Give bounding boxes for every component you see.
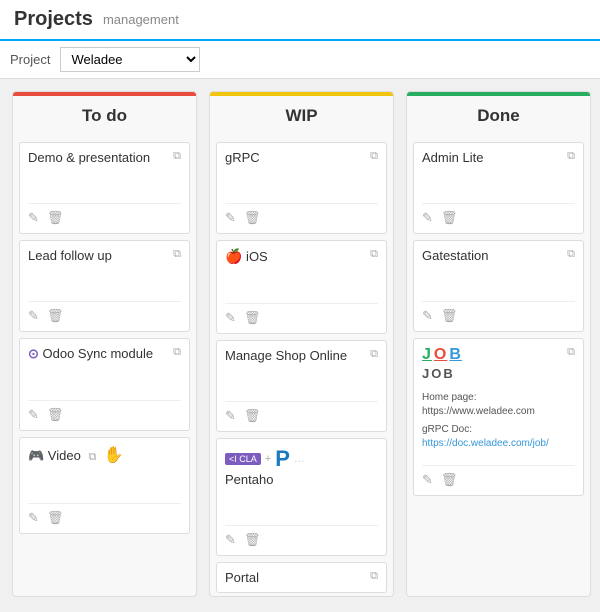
card-copy-icon[interactable]: ⧉ (173, 248, 181, 261)
card-grpc: gRPC ⧉ ✎ 🗑 (216, 142, 387, 234)
card-odoo: ⊙ Odoo Sync module ⧉ ✎ 🗑 (19, 338, 190, 431)
page-subtitle: management (103, 12, 179, 27)
kanban-board: To do Demo & presentation ⧉ ✎ 🗑 Lead fol… (0, 79, 600, 609)
edit-icon[interactable]: ✎ (225, 408, 236, 424)
card-lead: Lead follow up ⧉ ✎ 🗑 (19, 240, 190, 332)
delete-icon[interactable]: 🗑 (441, 308, 458, 324)
edit-icon[interactable]: ✎ (28, 210, 39, 226)
column-todo: To do Demo & presentation ⧉ ✎ 🗑 Lead fol… (12, 91, 197, 597)
card-ios: 🍎 iOS ⧉ ✎ 🗑 (216, 240, 387, 334)
card-adminlite: Admin Lite ⧉ ✎ 🗑 (413, 142, 584, 234)
card-portal-title: Portal (225, 570, 366, 585)
delete-icon[interactable]: 🗑 (47, 510, 64, 526)
card-ios-content (225, 265, 378, 295)
video-icon: 🎮 (28, 448, 44, 463)
card-job-title: J O B JOB (422, 346, 563, 381)
edit-icon[interactable]: ✎ (28, 308, 39, 324)
pentaho-badge: <I CLA (225, 453, 261, 465)
column-done-header: Done (407, 92, 590, 136)
hand-icon: ✋ (104, 447, 124, 464)
edit-icon[interactable]: ✎ (225, 310, 236, 326)
card-pentaho-title: <I CLA + P … Pentaho (225, 446, 378, 487)
card-lead-title: Lead follow up (28, 248, 169, 263)
card-copy-icon[interactable]: ⧉ (567, 248, 575, 261)
card-copy-icon[interactable]: ⧉ (173, 150, 181, 163)
pentaho-dots: … (294, 453, 305, 465)
delete-icon[interactable]: 🗑 (244, 310, 261, 326)
delete-icon[interactable]: 🗑 (441, 472, 458, 488)
column-wip: WIP gRPC ⧉ ✎ 🗑 🍎 iOS ⧉ (209, 91, 394, 597)
card-adminlite-content (422, 165, 575, 195)
card-video: 🎮 Video ⧉ ✋ ✎ 🗑 (19, 437, 190, 534)
card-copy-icon[interactable]: ⧉ (88, 451, 96, 463)
card-copy-icon[interactable]: ⧉ (567, 346, 575, 359)
column-wip-header: WIP (210, 92, 393, 136)
project-filter-label: Project (10, 52, 50, 67)
card-copy-icon[interactable]: ⧉ (370, 150, 378, 163)
job-grpc: gRPC Doc: https://doc.weladee.com/job/ (422, 423, 575, 451)
card-manage-shop-title: Manage Shop Online (225, 348, 366, 363)
edit-icon[interactable]: ✎ (422, 308, 433, 324)
delete-icon[interactable]: 🗑 (47, 407, 64, 423)
delete-icon[interactable]: 🗑 (47, 210, 64, 226)
pentaho-label: Pentaho (225, 472, 273, 487)
card-copy-icon[interactable]: ⧉ (567, 150, 575, 163)
app-header: Projects management Project Weladee (0, 0, 600, 79)
delete-icon[interactable]: 🗑 (244, 408, 261, 424)
column-done: Done Admin Lite ⧉ ✎ 🗑 Gatestation ⧉ (406, 91, 591, 597)
edit-icon[interactable]: ✎ (225, 532, 236, 548)
edit-icon[interactable]: ✎ (422, 210, 433, 226)
card-manage-shop: Manage Shop Online ⧉ ✎ 🗑 (216, 340, 387, 432)
card-manage-shop-content (225, 363, 378, 393)
card-gatestation-content (422, 263, 575, 293)
card-pentaho-content (225, 487, 378, 517)
card-ios-title: 🍎 iOS (225, 248, 366, 265)
job-link[interactable]: https://doc.weladee.com/job/ (422, 438, 549, 449)
project-select[interactable]: Weladee (60, 47, 200, 72)
pentaho-plus: + (265, 453, 271, 465)
odoo-icon: ⊙ (28, 346, 39, 361)
column-todo-header: To do (13, 92, 196, 136)
job-text: JOB (422, 366, 455, 381)
edit-icon[interactable]: ✎ (28, 407, 39, 423)
card-video-content (28, 465, 181, 495)
page-title: Projects (14, 8, 93, 31)
delete-icon[interactable]: 🗑 (441, 210, 458, 226)
card-copy-icon[interactable]: ⧉ (370, 248, 378, 261)
edit-icon[interactable]: ✎ (422, 472, 433, 488)
card-copy-icon[interactable]: ⧉ (173, 346, 181, 359)
job-o: O (434, 346, 447, 364)
card-job-content: Home page: https://www.weladee.com gRPC … (422, 381, 575, 457)
column-wip-body: gRPC ⧉ ✎ 🗑 🍎 iOS ⧉ ✎ (210, 136, 393, 596)
column-todo-body: Demo & presentation ⧉ ✎ 🗑 Lead follow up… (13, 136, 196, 596)
card-demo: Demo & presentation ⧉ ✎ 🗑 (19, 142, 190, 234)
card-demo-title: Demo & presentation (28, 150, 169, 165)
card-grpc-title: gRPC (225, 150, 366, 165)
card-gatestation-title: Gatestation (422, 248, 563, 263)
pentaho-p-icon: P (275, 446, 290, 472)
card-gatestation: Gatestation ⧉ ✎ 🗑 (413, 240, 584, 332)
delete-icon[interactable]: 🗑 (47, 308, 64, 324)
apple-icon: 🍎 (225, 248, 242, 264)
job-homepage: Home page: https://www.weladee.com (422, 391, 575, 419)
card-grpc-content (225, 165, 378, 195)
job-j: J (422, 346, 432, 364)
card-demo-content (28, 165, 181, 195)
card-pentaho: <I CLA + P … Pentaho ✎ 🗑 (216, 438, 387, 556)
job-b: B (449, 346, 462, 364)
edit-icon[interactable]: ✎ (225, 210, 236, 226)
card-job: J O B JOB ⧉ Home page: https://www.welad… (413, 338, 584, 496)
edit-icon[interactable]: ✎ (28, 510, 39, 526)
column-done-body: Admin Lite ⧉ ✎ 🗑 Gatestation ⧉ ✎ 🗑 (407, 136, 590, 596)
card-copy-icon[interactable]: ⧉ (370, 348, 378, 361)
card-lead-content (28, 263, 181, 293)
card-odoo-title: ⊙ Odoo Sync module (28, 346, 169, 362)
delete-icon[interactable]: 🗑 (244, 532, 261, 548)
card-portal: Portal ⧉ (216, 562, 387, 593)
delete-icon[interactable]: 🗑 (244, 210, 261, 226)
card-odoo-content (28, 362, 181, 392)
card-adminlite-title: Admin Lite (422, 150, 563, 165)
card-video-title: 🎮 Video ⧉ ✋ (28, 445, 181, 465)
card-copy-icon[interactable]: ⧉ (370, 570, 378, 583)
